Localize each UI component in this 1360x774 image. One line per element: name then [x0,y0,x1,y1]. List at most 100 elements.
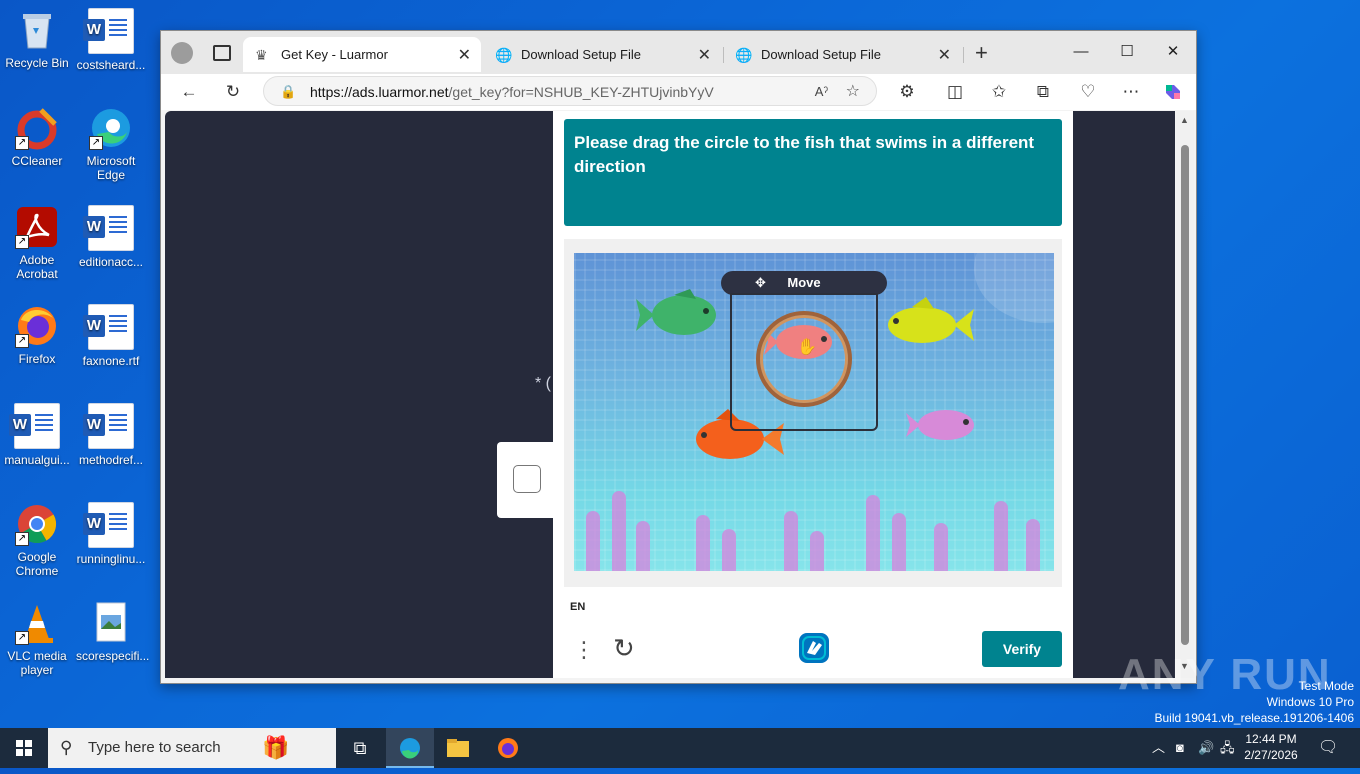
tab-close-icon[interactable]: ✕ [698,45,711,65]
tab-download-setup-1[interactable]: 🌐 Download Setup File ✕ [483,37,721,72]
read-aloud-icon[interactable]: Aˀ [815,77,828,107]
seaweed [866,495,880,571]
desktop-icon-label: Google Chrome [15,550,59,578]
task-view-icon[interactable]: ⧉ [336,728,384,768]
tray-chevron-icon[interactable]: ︿ [1152,728,1165,768]
tab-actions-icon[interactable] [213,45,231,61]
split-screen-icon[interactable]: ◫ [940,78,970,106]
collections-icon[interactable]: ⧉ [1028,78,1058,106]
close-window-button[interactable]: ✕ [1150,37,1196,67]
desktop-icon-word-doc[interactable]: editionacc... [76,205,146,269]
network-icon[interactable]: 🖧 [1220,728,1235,768]
captcha-stage: ✥ Move ✋ [564,239,1062,587]
browser-essentials-icon[interactable]: ♡ [1073,78,1103,106]
test-mode-notice: Test Mode Windows 10 Pro Build 19041.vb_… [1155,678,1355,726]
desktop-icon-word-doc[interactable]: methodref... [76,403,146,467]
taskbar-edge-icon[interactable] [386,728,434,768]
edge-icon: ↗ [89,106,133,150]
back-arrow-icon[interactable]: ← [174,78,204,106]
verify-button[interactable]: Verify [982,631,1062,667]
word-document-icon [83,403,134,449]
taskbar: ⚲ Type here to search 🎁 ⧉ ︿ ◙ 🔊 🖧 12:44 … [0,728,1360,768]
extensions-icon[interactable]: ⚙ [892,78,922,106]
desktop-icon-word-doc[interactable]: faxnone.rtf [76,304,146,368]
globe-icon: 🌐 [495,46,513,63]
seaweed [994,501,1008,571]
maximize-button[interactable]: ☐ [1104,37,1150,67]
refresh-challenge-icon[interactable]: ↻ [613,633,635,664]
move-arrows-icon: ✥ [755,275,766,290]
captcha-image[interactable]: ✥ Move ✋ [574,253,1054,571]
seaweed [934,523,948,571]
move-handle[interactable]: ✥ Move [721,271,887,295]
taskbar-clock[interactable]: 12:44 PM 2/27/2026 [1240,731,1302,763]
acrobat-icon: ↗ [15,205,59,249]
desktop-icon-image-file[interactable]: scorespecifi... [76,601,149,663]
desktop-icon-vlc[interactable]: ↗ VLC media player [2,601,72,677]
word-document-icon [83,205,134,251]
desktop-icon-chrome[interactable]: ↗ Google Chrome [2,502,72,578]
tab-download-setup-2[interactable]: 🌐 Download Setup File ✕ [723,37,961,72]
url-path: /get_key?for=NSHUB_KEY-ZHTUjvinbYyV [448,84,714,100]
captcha-challenge: Please drag the circle to the fish that … [553,111,1073,678]
volume-icon[interactable]: 🔊 [1198,728,1214,768]
favorite-star-icon[interactable]: ☆ [846,77,860,107]
menu-dots-icon[interactable]: ⋮ [573,637,595,663]
tab-get-key[interactable]: ♛ Get Key - Luarmor ✕ [243,37,481,72]
light-circle [974,253,1054,323]
background-captcha-widget [497,442,557,518]
scroll-up-icon[interactable]: ▲ [1180,115,1189,125]
desktop-icon-word-doc[interactable]: costsheard... [76,8,146,72]
taskbar-search[interactable]: ⚲ Type here to search 🎁 [48,728,336,768]
desktop-icon-ccleaner[interactable]: ↗ CCleaner [2,106,72,168]
desktop-icon-label: Firefox [18,352,56,366]
draggable-circle[interactable] [756,311,852,407]
tab-bar: ♛ Get Key - Luarmor ✕ 🌐 Download Setup F… [161,31,1196,74]
tab-title: Download Setup File [521,47,641,62]
more-options-icon[interactable]: ⋯ [1116,78,1146,106]
page-viewport: * ( Please drag the circle to the fish t… [165,111,1175,678]
clock-date: 2/27/2026 [1244,748,1298,762]
file-explorer-icon[interactable] [434,728,482,768]
desktop-icon-word-doc[interactable]: runninglinu... [76,502,146,566]
desktop-icon-label: Microsoft Edge [86,154,136,182]
word-document-icon [83,304,134,350]
desktop-icon-edge[interactable]: ↗ Microsoft Edge [76,106,146,182]
taskbar-firefox-icon[interactable] [484,728,532,768]
address-bar[interactable]: 🔒 https://ads.luarmor.net/get_key?for=NS… [263,76,877,106]
tray-device-icon[interactable]: ◙ [1176,728,1184,768]
scrollbar-thumb[interactable] [1181,145,1189,645]
seaweed [722,529,736,571]
captcha-footer: ⋮ ↻ Verify [553,623,1073,678]
page-scrollbar[interactable]: ▲ ▼ [1176,111,1194,678]
profile-icon[interactable] [171,42,193,64]
tab-close-icon[interactable]: ✕ [458,45,471,65]
desktop-icon-label: VLC media player [7,649,67,677]
luarmor-favicon-icon: ♛ [255,46,268,63]
notifications-icon[interactable]: 🗨 [1318,728,1338,768]
minimize-button[interactable]: — [1058,37,1104,67]
test-mode-line: Test Mode [1298,679,1354,693]
new-tab-button[interactable]: + [975,40,988,66]
shortcut-arrow-icon: ↗ [15,235,29,249]
favorites-icon[interactable]: ✩ [984,78,1014,106]
seaweed [784,511,798,571]
lock-icon: 🔒 [280,84,297,99]
desktop-icon-word-doc[interactable]: manualgui... [2,403,72,467]
copilot-icon[interactable] [1158,78,1188,106]
seaweed [696,515,710,571]
captcha-checkbox[interactable] [513,465,541,493]
seaweed [892,513,906,571]
start-button[interactable] [0,728,48,768]
browser-window: ♛ Get Key - Luarmor ✕ 🌐 Download Setup F… [160,30,1197,684]
move-label: Move [787,275,821,290]
desktop-icon-firefox[interactable]: ↗ Firefox [2,304,72,366]
language-selector[interactable]: EN [570,601,585,613]
desktop-icon-recycle-bin[interactable]: Recycle Bin [2,8,72,70]
desktop-icon-acrobat[interactable]: ↗ Adobe Acrobat [2,205,72,281]
vlc-cone-icon: ↗ [15,601,59,645]
chrome-icon: ↗ [15,502,59,546]
firefox-icon: ↗ [15,304,59,348]
reload-icon[interactable]: ↻ [218,78,248,106]
tab-close-icon[interactable]: ✕ [938,45,951,65]
